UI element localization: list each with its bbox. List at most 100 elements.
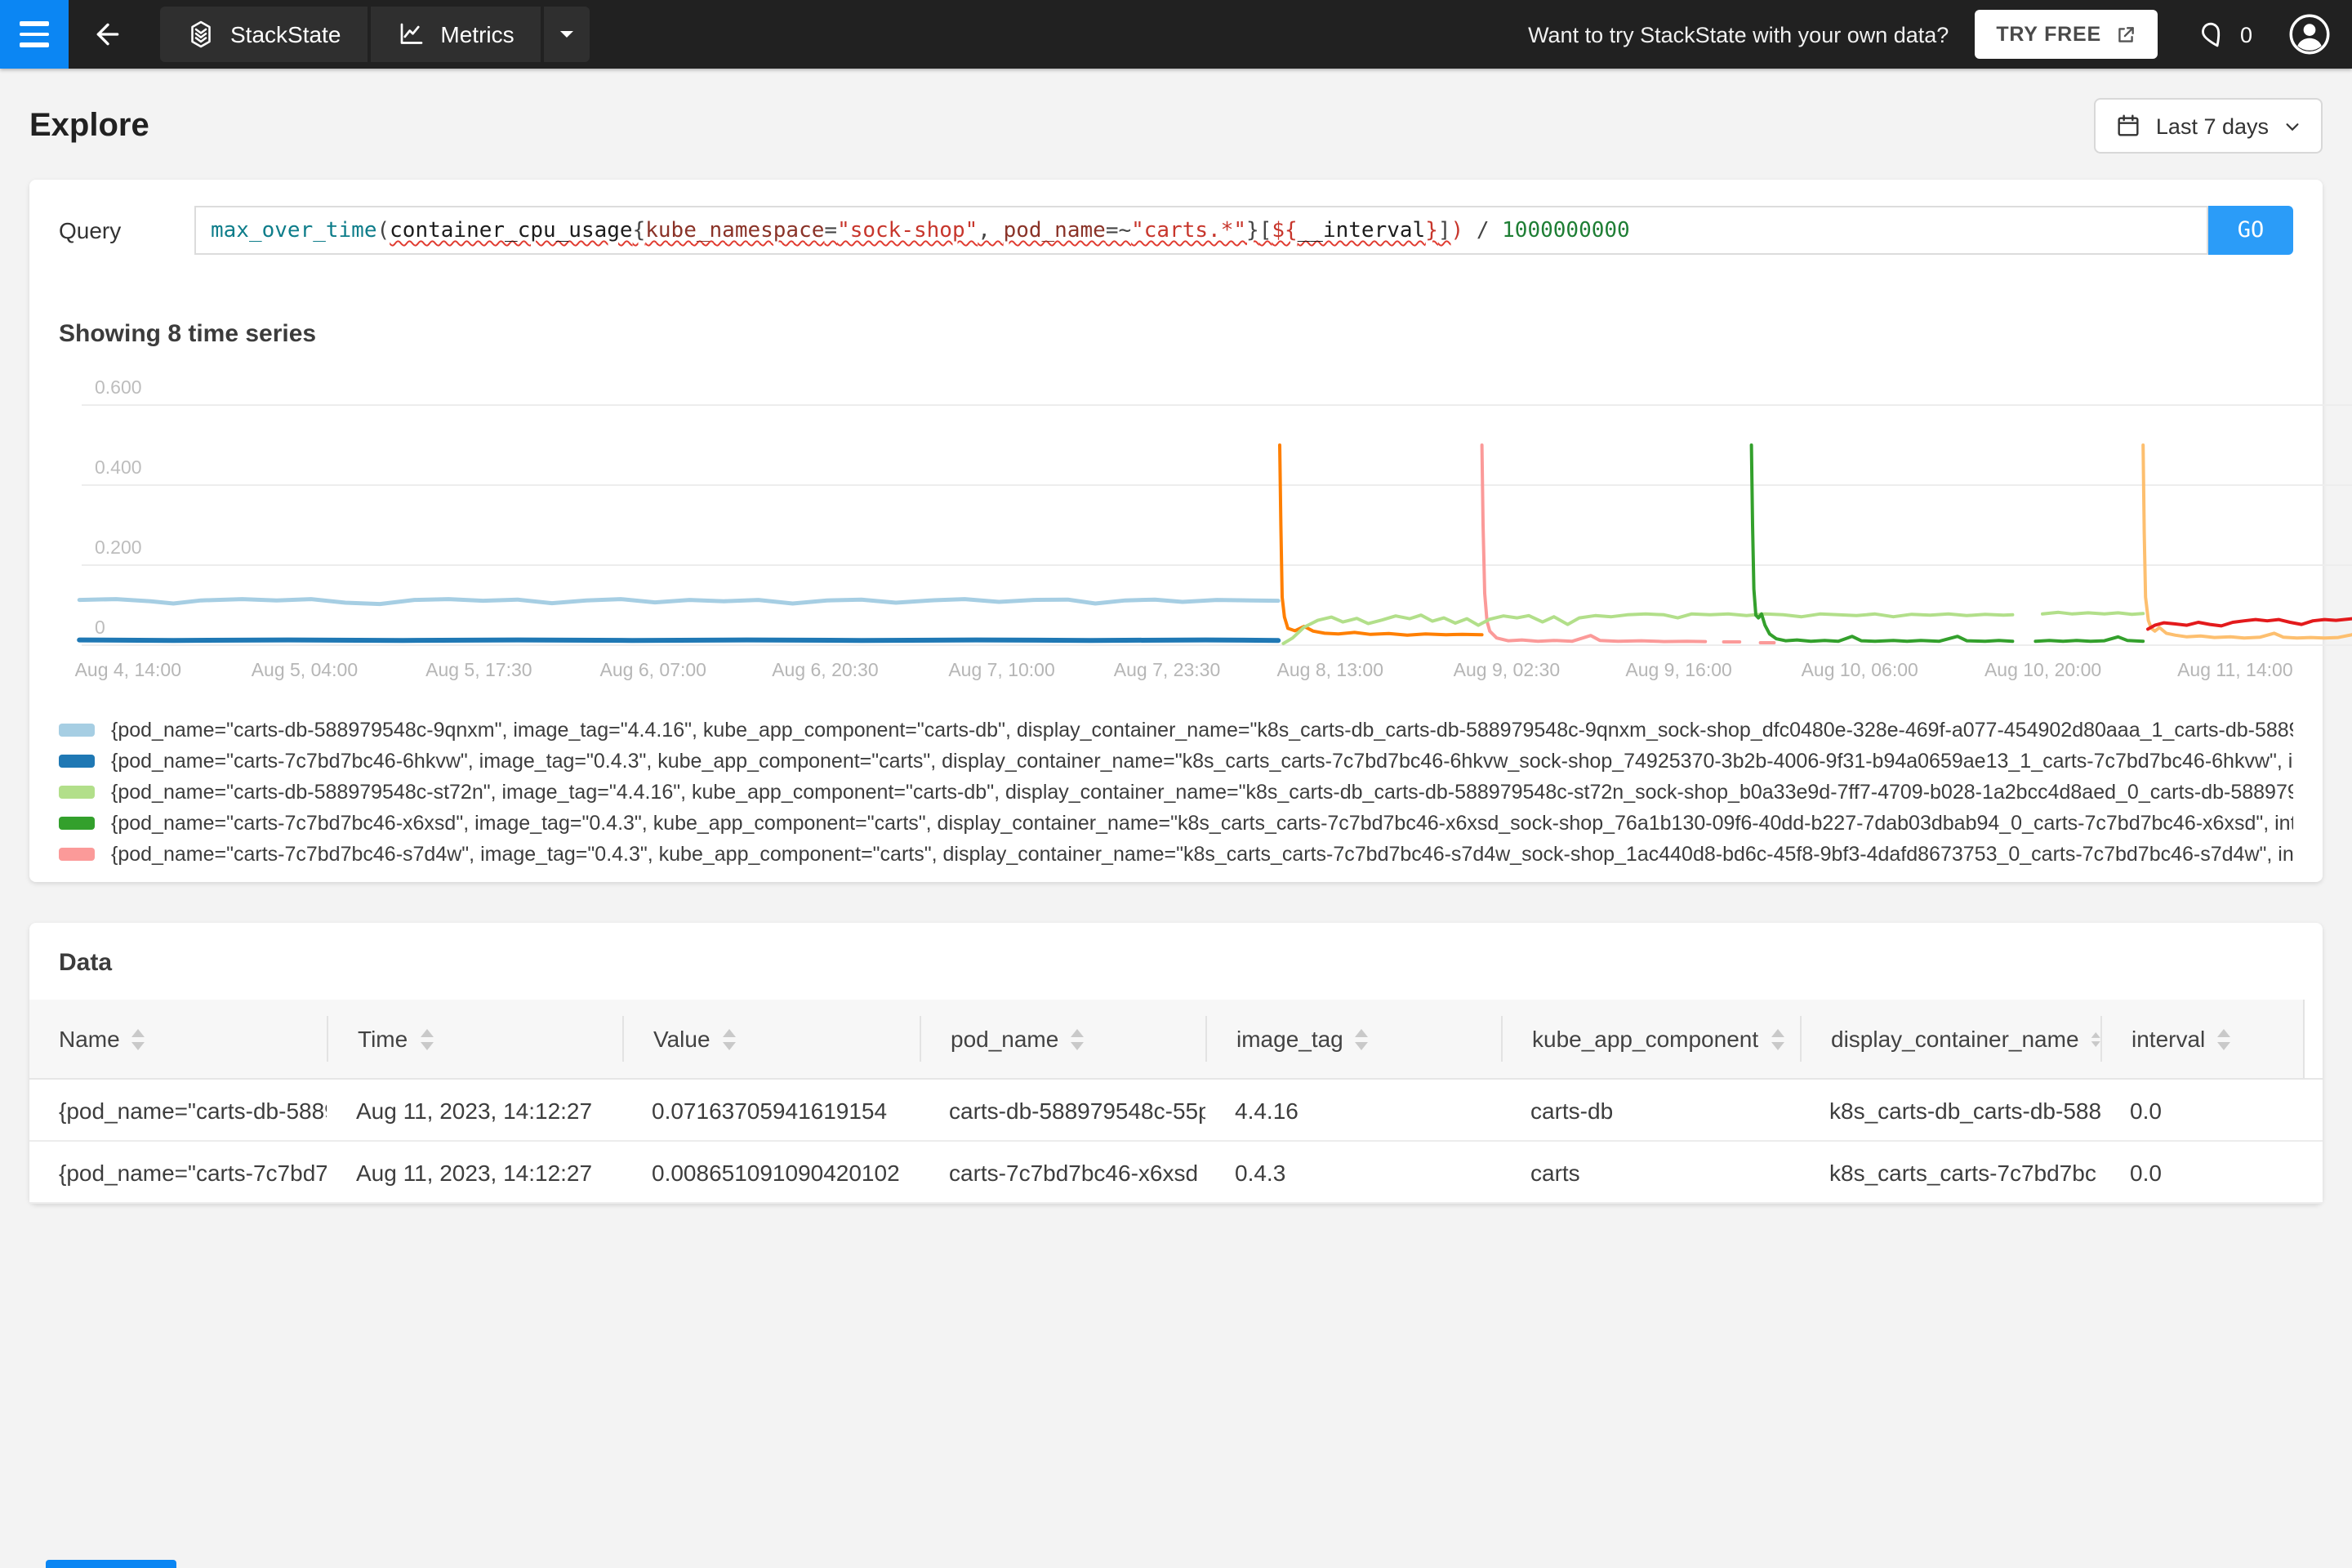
table-scrollbar-track[interactable] bbox=[2303, 1000, 2323, 1078]
legend-label: {pod_name="carts-7c7bd7bc46-s7d4w", imag… bbox=[111, 842, 2293, 865]
query-token: =~ bbox=[1105, 218, 1132, 243]
legend-label: {pod_name="carts-db-588979548c-st72n", i… bbox=[111, 780, 2293, 803]
series-line bbox=[2141, 443, 2352, 640]
series-line bbox=[2041, 610, 2145, 617]
x-axis-label: Aug 6, 20:30 bbox=[772, 662, 879, 681]
cell-kube_app_component: carts bbox=[1530, 1159, 1580, 1185]
x-axis-label: Aug 11, 14:00 bbox=[2177, 662, 2293, 681]
nav-label: Metrics bbox=[440, 21, 514, 47]
x-axis-label: Aug 5, 17:30 bbox=[425, 662, 532, 681]
column-header-name[interactable]: Name bbox=[29, 1016, 327, 1062]
cell-kube_app_component: carts-db bbox=[1530, 1097, 1614, 1123]
legend-label: {pod_name="carts-db-588979548c-9qnxm", i… bbox=[111, 718, 2293, 741]
try-free-button[interactable]: TRY FREE bbox=[1975, 10, 2158, 59]
cell-pod_name: carts-db-588979548c-55p bbox=[949, 1097, 1205, 1123]
nav-tabs: StackState Metrics bbox=[160, 7, 590, 62]
query-token: } bbox=[1425, 218, 1438, 243]
column-header-display-container-name[interactable]: display_container_name bbox=[1800, 1016, 2100, 1062]
chevron-down-icon bbox=[2286, 122, 2299, 131]
sort-icon bbox=[420, 1028, 434, 1049]
table-body: {pod_name="carts-db-5889 Aug 11, 2023, 14… bbox=[29, 1080, 2323, 1204]
cell-interval: 0.0 bbox=[2130, 1097, 2162, 1123]
query-token: ) bbox=[1450, 218, 1464, 243]
query-token: / bbox=[1463, 218, 1503, 243]
column-header-label: display_container_name bbox=[1831, 1026, 2079, 1052]
pinned-views-button[interactable]: 0 bbox=[2198, 19, 2252, 50]
tab-stackstate[interactable]: StackState bbox=[160, 7, 368, 62]
column-header-value[interactable]: Value bbox=[622, 1016, 920, 1062]
legend-item[interactable]: {pod_name="carts-db-588979548c-st72n", i… bbox=[59, 776, 2293, 807]
legend-swatch-icon bbox=[59, 785, 95, 798]
x-axis-labels: Aug 4, 14:00 Aug 5, 04:00 Aug 5, 17:30 Aug … bbox=[59, 662, 2293, 688]
column-header-label: Name bbox=[59, 1026, 120, 1052]
query-token: , bbox=[978, 218, 1004, 243]
query-token: max_over_time bbox=[211, 218, 377, 243]
sort-icon bbox=[2217, 1028, 2231, 1049]
table-header-row: Name Time Value pod_name image_tag kube_app_c… bbox=[29, 1000, 2323, 1080]
cell-display_container_name: k8s_carts-db_carts-db-588 bbox=[1829, 1097, 2100, 1123]
back-button[interactable] bbox=[69, 0, 147, 69]
column-header-kube-app-component[interactable]: kube_app_component bbox=[1501, 1016, 1800, 1062]
y-axis-label: 0.600 bbox=[95, 379, 142, 399]
legend-item[interactable]: {pod_name="carts-7c7bd7bc46-x6xsd", imag… bbox=[59, 807, 2293, 838]
x-axis-label: Aug 7, 23:30 bbox=[1113, 662, 1221, 681]
time-range-label: Last 7 days bbox=[2155, 114, 2269, 138]
column-header-time[interactable]: Time bbox=[327, 1016, 622, 1062]
cell-display_container_name: k8s_carts_carts-7c7bd7bc bbox=[1829, 1159, 2096, 1185]
column-header-label: Time bbox=[358, 1026, 408, 1052]
series-line bbox=[1749, 443, 2015, 644]
user-avatar-button[interactable] bbox=[2288, 13, 2331, 56]
metrics-chart-icon bbox=[400, 23, 422, 44]
table-row: {pod_name="carts-7c7bd7 Aug 11, 2023, 14:… bbox=[29, 1142, 2323, 1204]
cell-interval: 0.0 bbox=[2130, 1159, 2162, 1185]
time-range-picker[interactable]: Last 7 days bbox=[2093, 98, 2323, 154]
series-line bbox=[77, 597, 1281, 607]
legend-swatch-icon bbox=[59, 723, 95, 736]
legend-item[interactable]: {pod_name="carts-db-588979548c-9qnxm", i… bbox=[59, 714, 2293, 745]
external-link-icon bbox=[2119, 26, 2135, 42]
series-line bbox=[1480, 443, 1708, 644]
sort-icon bbox=[1771, 1028, 1784, 1049]
bottom-blue-strip bbox=[46, 1560, 176, 1568]
sort-icon bbox=[722, 1028, 736, 1049]
series-line bbox=[2146, 617, 2352, 631]
tab-metrics[interactable]: Metrics bbox=[370, 7, 541, 62]
data-table-card: Data Name Time Value pod_name image_tag kube_… bbox=[29, 923, 2323, 1204]
y-axis-label: 0.200 bbox=[95, 539, 142, 559]
series-line bbox=[1281, 612, 2015, 645]
query-chart-card: Query max_over_time(container_cpu_usage{… bbox=[29, 180, 2352, 882]
legend-label: {pod_name="carts-7c7bd7bc46-6hkvw", imag… bbox=[111, 749, 2293, 772]
column-header-image-tag[interactable]: image_tag bbox=[1205, 1016, 1501, 1062]
x-axis-label: Aug 8, 13:00 bbox=[1276, 662, 1384, 681]
cell-image_tag: 4.4.16 bbox=[1235, 1097, 1298, 1123]
x-axis-label: Aug 7, 10:00 bbox=[948, 662, 1055, 681]
legend-swatch-icon bbox=[59, 754, 95, 767]
legend-swatch-icon bbox=[59, 847, 95, 860]
go-button[interactable]: GO bbox=[2208, 206, 2293, 255]
legend-item[interactable]: {pod_name="carts-7c7bd7bc46-6hkvw", imag… bbox=[59, 745, 2293, 776]
column-header-interval[interactable]: interval bbox=[2100, 1016, 2303, 1062]
query-token: ${ bbox=[1272, 218, 1298, 243]
y-axis-label: 0 bbox=[95, 619, 105, 639]
x-axis-label: Aug 6, 07:00 bbox=[599, 662, 706, 681]
x-axis-label: Aug 9, 02:30 bbox=[1453, 662, 1561, 681]
stackstate-logo-icon bbox=[191, 20, 211, 48]
series-line bbox=[1278, 443, 1484, 637]
hamburger-menu-button[interactable] bbox=[0, 0, 69, 69]
query-token: "sock-shop" bbox=[837, 218, 978, 243]
column-header-pod-name[interactable]: pod_name bbox=[920, 1016, 1205, 1062]
query-token: [ bbox=[1258, 218, 1272, 243]
x-axis-label: Aug 10, 20:00 bbox=[1984, 662, 2102, 681]
column-header-label: image_tag bbox=[1236, 1026, 1343, 1052]
query-row: Query max_over_time(container_cpu_usage{… bbox=[59, 206, 2293, 255]
column-header-label: kube_app_component bbox=[1532, 1026, 1759, 1052]
cell-image_tag: 0.4.3 bbox=[1235, 1159, 1286, 1185]
sort-icon bbox=[1355, 1028, 1369, 1049]
sort-icon bbox=[2091, 1031, 2100, 1047]
x-axis-label: Aug 4, 14:00 bbox=[74, 662, 182, 681]
tab-dropdown-button[interactable] bbox=[543, 7, 590, 62]
legend-item[interactable]: {pod_name="carts-7c7bd7bc46-s7d4w", imag… bbox=[59, 838, 2293, 869]
cell-value: 0.07163705941619154 bbox=[652, 1097, 888, 1123]
query-token: ( bbox=[376, 218, 390, 243]
query-input[interactable]: max_over_time(container_cpu_usage{kube_n… bbox=[194, 206, 2208, 255]
